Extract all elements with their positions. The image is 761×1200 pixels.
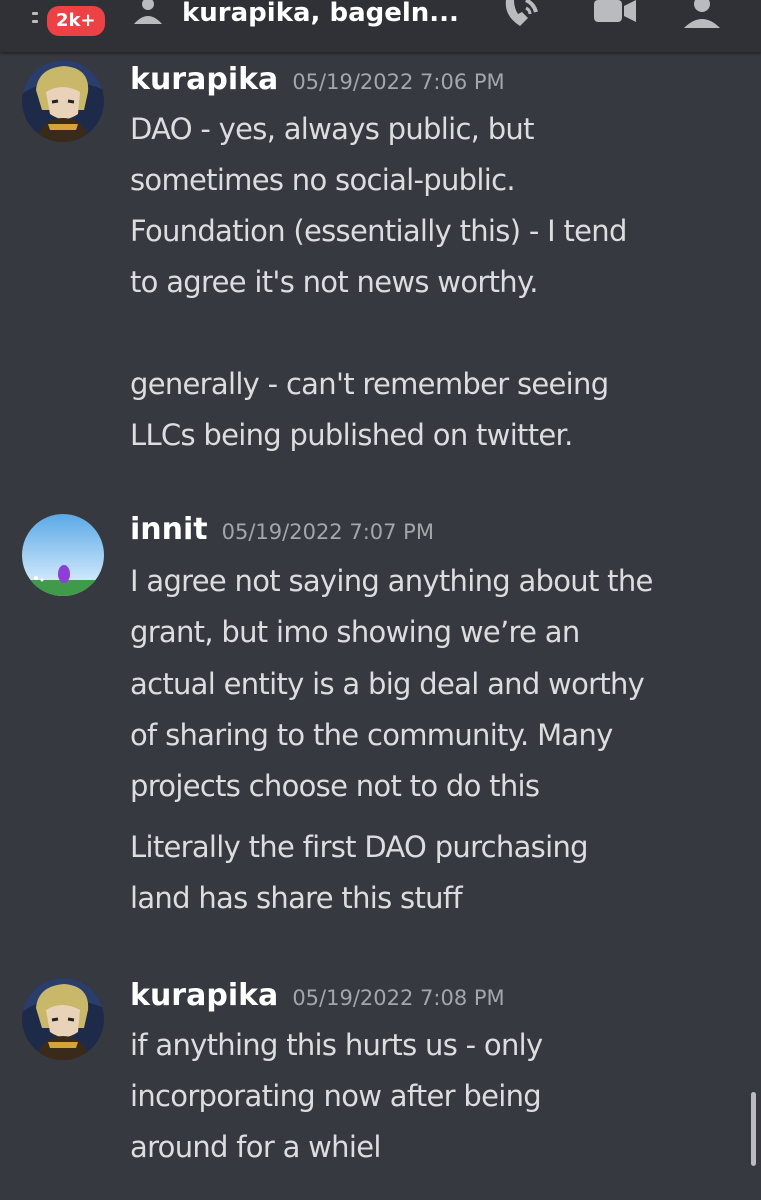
call-icon[interactable] [500,0,550,30]
username[interactable]: innit [130,512,208,547]
message-line: Foundation (essentially this) - I tend [130,214,627,248]
message-line: DAO - yes, always public, but [130,112,534,146]
landscape-avatar-icon [22,514,104,596]
message-line: if anything this hurts us - only [130,1028,543,1062]
user-avatar[interactable] [22,978,104,1060]
user-avatar[interactable] [22,60,104,142]
message-line: generally - can't remember seeing [130,367,609,401]
person-icon [134,0,162,24]
message-line: LLCs being published on twitter. [130,418,573,452]
timestamp: 05/19/2022 7:08 PM [292,986,505,1010]
message-line: around for a whiel [130,1130,381,1164]
message-line: I agree not saying anything about the [130,564,653,598]
top-bar: 2k+ kurapika, bageln... [0,0,761,52]
video-icon[interactable] [592,0,638,30]
message-line: Literally the first DAO purchasing [130,830,589,864]
members-icon[interactable] [680,0,728,30]
timestamp: 05/19/2022 7:07 PM [221,520,434,544]
message-line: of sharing to the community. Many [130,718,613,752]
message-line: to agree it's not news worthy. [130,265,538,299]
notification-badge: 2k+ [44,3,108,39]
anime-character-avatar-icon [22,978,104,1060]
message-line: projects choose not to do this [130,769,540,803]
anime-character-avatar-icon [22,60,104,142]
username[interactable]: kurapika [130,978,278,1013]
menu-icon[interactable] [32,6,40,30]
message-line: sometimes no social-public. [130,163,516,197]
username[interactable]: kurapika [130,62,278,97]
scrollbar[interactable] [751,1092,756,1166]
message-line: grant, but imo showing we’re an [130,615,580,649]
channel-title[interactable]: kurapika, bageln... [182,0,459,28]
message-line: land has share this stuff [130,881,463,915]
message-line: incorporating now after being [130,1079,542,1113]
message-line: actual entity is a big deal and worthy [130,667,645,701]
timestamp: 05/19/2022 7:06 PM [292,70,505,94]
user-avatar[interactable] [22,514,104,596]
